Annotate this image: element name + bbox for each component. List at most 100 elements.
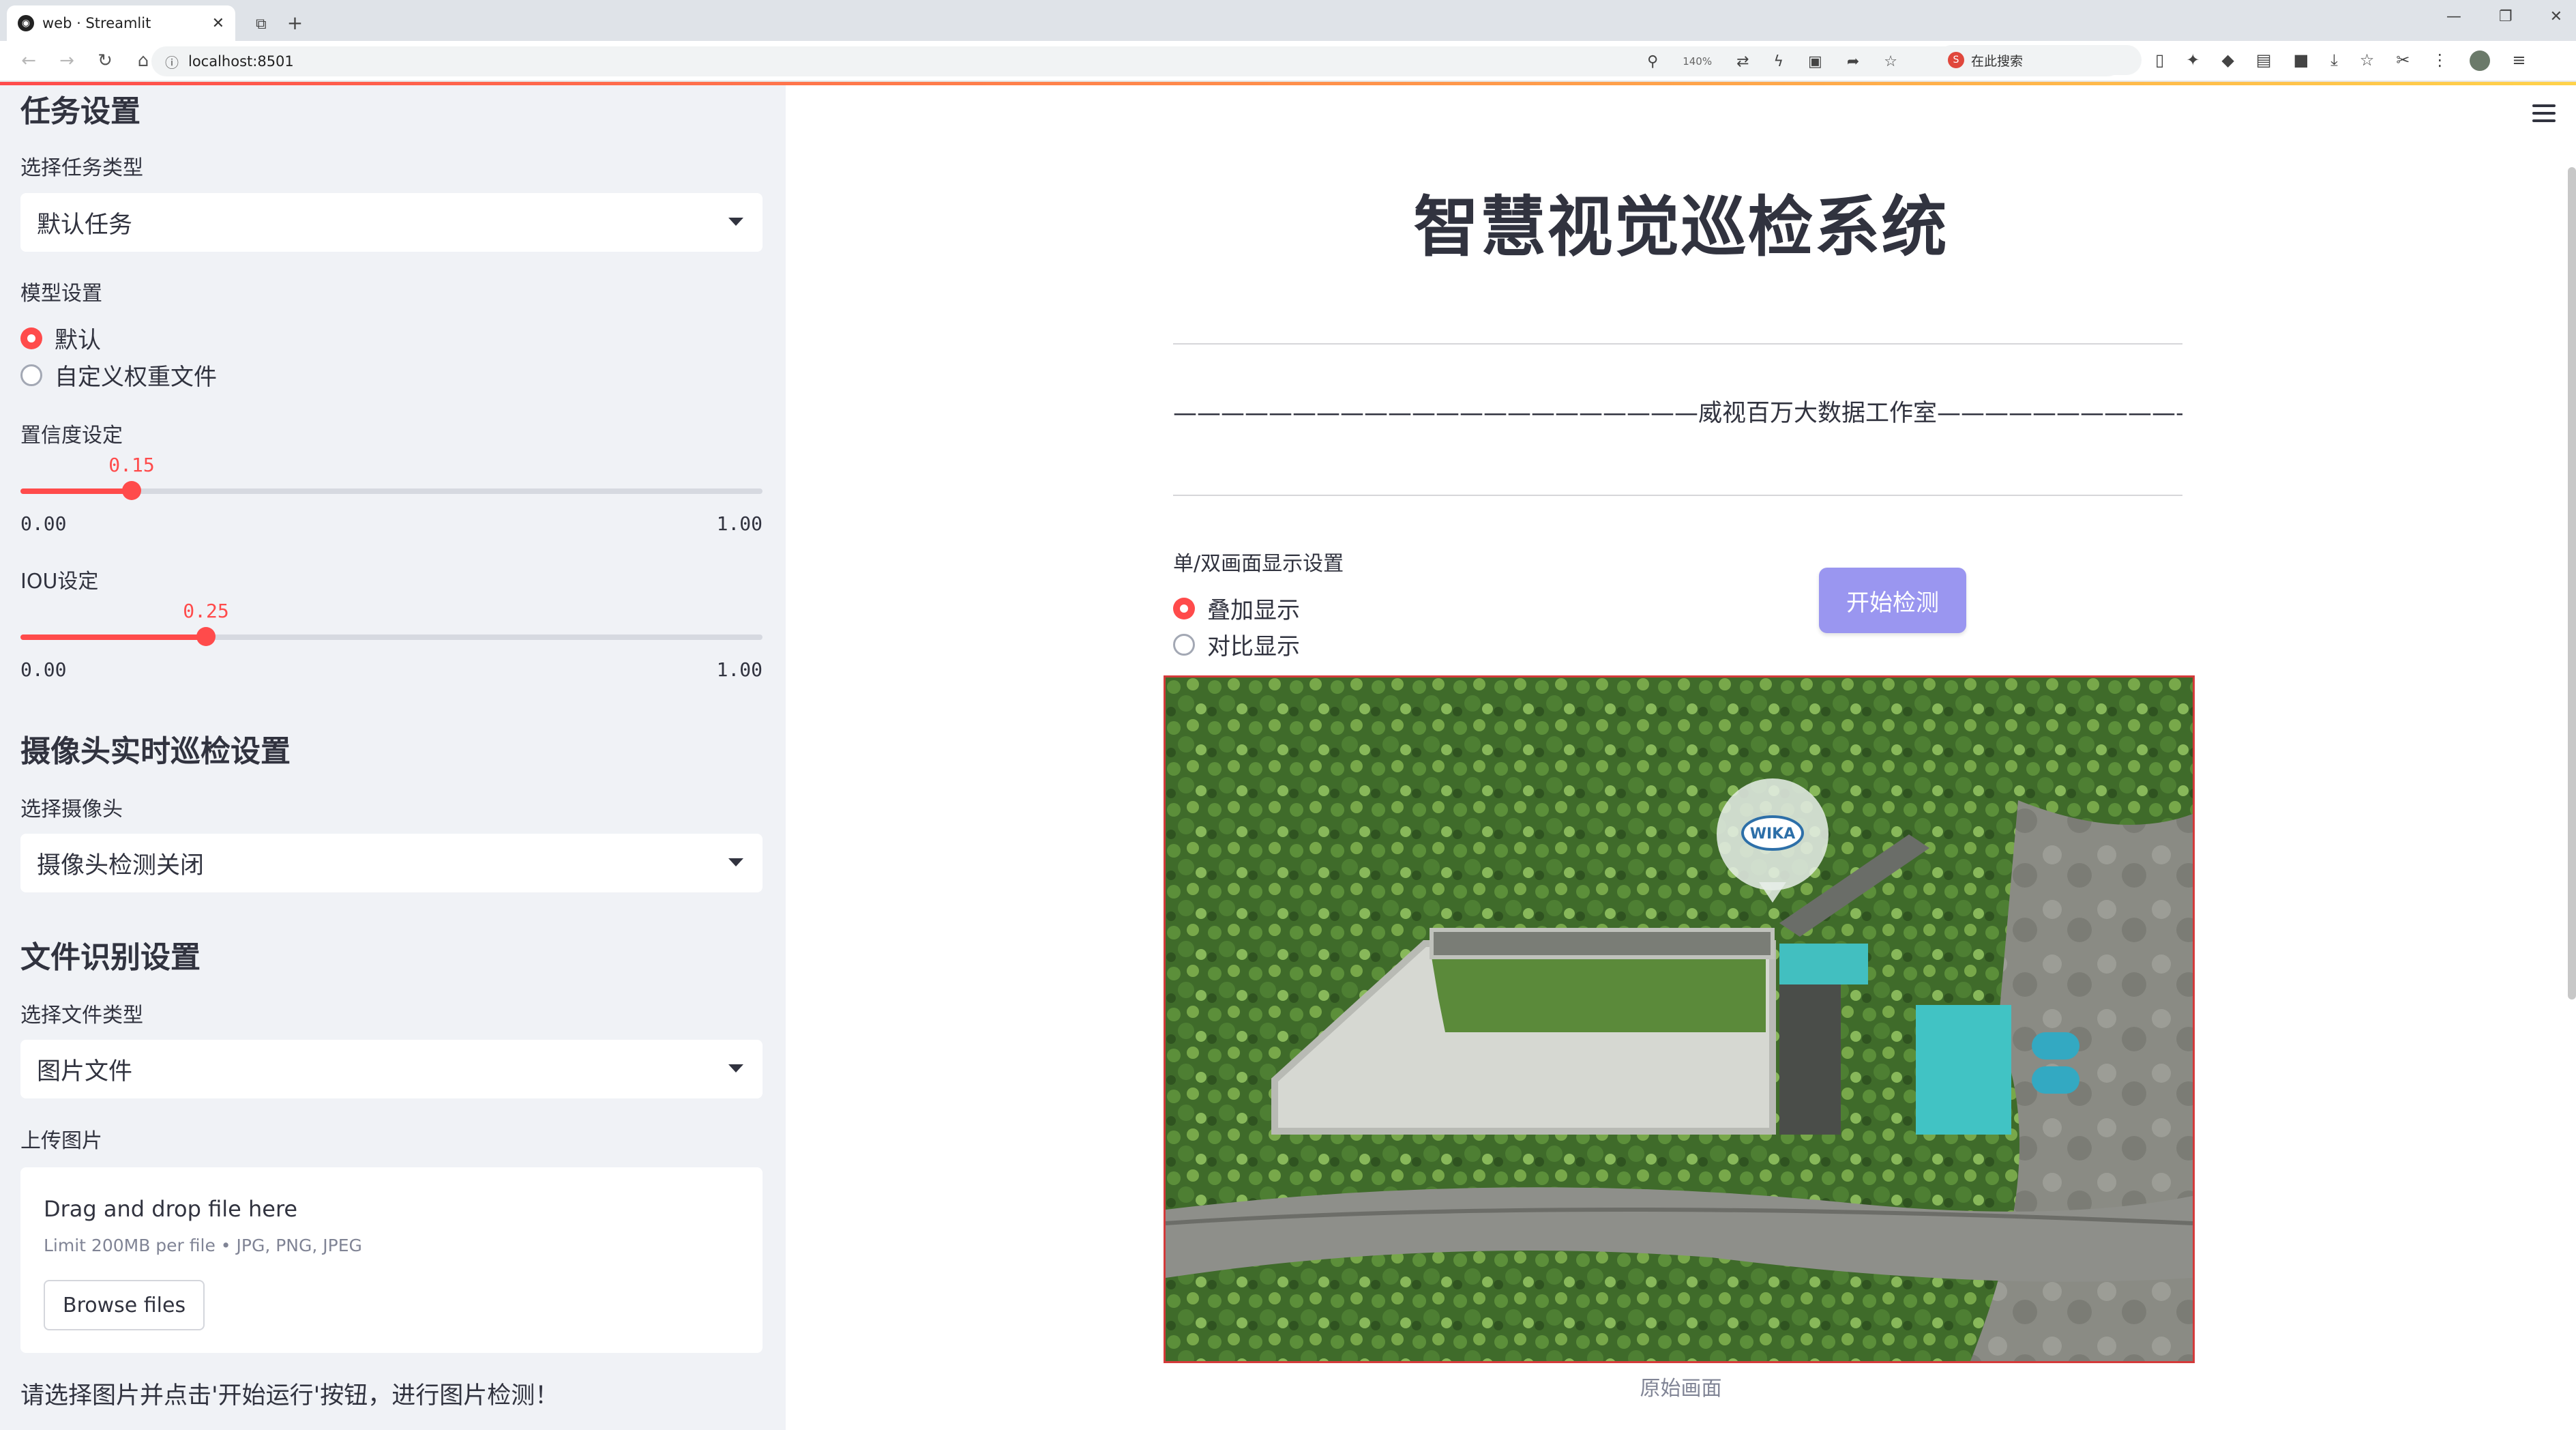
zoom-icon[interactable]: ⚲ bbox=[1647, 53, 1658, 70]
aerial-photo: WIKA bbox=[1166, 677, 2193, 1361]
back-icon[interactable]: ← bbox=[19, 50, 38, 71]
share-icon[interactable]: ➦ bbox=[1847, 53, 1859, 70]
confidence-value: 0.15 bbox=[108, 454, 155, 476]
photo-badge: WIKA bbox=[1750, 826, 1796, 843]
sidebar: 任务设置 选择任务类型 默认任务 模型设置 默认 自定义权重文件 置信度设定 0… bbox=[0, 85, 786, 1430]
iou-slider-thumb[interactable] bbox=[196, 627, 216, 646]
browse-files-button[interactable]: Browse files bbox=[44, 1280, 205, 1330]
confidence-range: 0.00 1.00 bbox=[20, 512, 763, 535]
radio-unselected-icon[interactable] bbox=[20, 364, 42, 386]
browser-tab[interactable]: ◉ web · Streamlit ✕ bbox=[7, 5, 235, 41]
iou-slider-fill bbox=[20, 634, 206, 640]
model-option-default[interactable]: 默认 bbox=[20, 321, 101, 355]
lightning-icon[interactable]: ϟ bbox=[1774, 53, 1784, 70]
tab-actions-icon[interactable]: ⧉ bbox=[256, 16, 267, 33]
new-tab-icon[interactable]: + bbox=[287, 12, 303, 34]
camera-label: 选择摄像头 bbox=[20, 798, 123, 821]
radio-unselected-icon[interactable] bbox=[1173, 633, 1195, 656]
file-type-value: 图片文件 bbox=[37, 1057, 133, 1085]
site-info-icon[interactable]: ⓘ bbox=[165, 52, 179, 72]
iou-label: IOU设定 bbox=[20, 570, 99, 594]
camera-section-title: 摄像头实时巡检设置 bbox=[20, 734, 291, 769]
camera-value: 摄像头检测关闭 bbox=[37, 851, 205, 879]
extension-toolbar: ▯ ✦ ◆ ▤ ■ ⤓ ☆ ✂ ⋮ ≡ bbox=[2155, 50, 2526, 71]
mobile-icon[interactable]: ▯ bbox=[2155, 50, 2164, 71]
tab-title: web · Streamlit bbox=[42, 15, 151, 31]
restore-icon[interactable]: ❐ bbox=[2499, 8, 2513, 25]
radio-selected-icon[interactable] bbox=[20, 327, 42, 349]
confidence-min: 0.00 bbox=[20, 512, 67, 535]
file-section-title: 文件识别设置 bbox=[20, 940, 201, 975]
extension-blue-icon[interactable]: ◆ bbox=[2221, 50, 2234, 71]
confidence-max: 1.00 bbox=[716, 512, 763, 535]
iou-slider[interactable] bbox=[20, 627, 763, 646]
display-option-overlay[interactable]: 叠加显示 bbox=[1173, 592, 1300, 625]
task-section-title: 任务设置 bbox=[20, 94, 140, 129]
favorites-icon[interactable]: ☆ bbox=[2360, 50, 2375, 71]
camera-select[interactable]: 摄像头检测关闭 bbox=[20, 834, 763, 892]
extension-color-icon[interactable]: ✦ bbox=[2186, 50, 2200, 71]
dropzone-limit: Limit 200MB per file • JPG, PNG, JPEG bbox=[44, 1236, 362, 1255]
display-option-compare[interactable]: 对比显示 bbox=[1173, 628, 1300, 661]
chevron-down-icon bbox=[728, 1064, 743, 1072]
search-engine-icon: S bbox=[1948, 52, 1964, 68]
browser-menu-icon[interactable]: ≡ bbox=[2512, 50, 2526, 71]
upload-instruction: 请选择图片并点击'开始运行'按钮，进行图片检测！ bbox=[20, 1382, 559, 1410]
browser-tab-bar: ◉ web · Streamlit ✕ ⧉ + — ❐ ✕ bbox=[0, 0, 2576, 41]
iou-min: 0.00 bbox=[20, 658, 67, 681]
address-bar-row: ← → ↻ ⌂ ⓘ localhost:8501 ⚲ 140% ⇄ ϟ ▣ ➦ … bbox=[0, 41, 2576, 82]
studio-banner: ——————————————————————威视百万大数据工作室————————… bbox=[1173, 400, 2182, 427]
model-option-custom[interactable]: 自定义权重文件 bbox=[20, 358, 217, 392]
menu-dots-icon[interactable]: ⋮ bbox=[2431, 50, 2448, 71]
model-option-label: 默认 bbox=[55, 327, 101, 354]
confidence-slider-fill bbox=[20, 488, 132, 494]
close-window-icon[interactable]: ✕ bbox=[2550, 8, 2562, 25]
original-image: WIKA bbox=[1164, 675, 2195, 1363]
confidence-label: 置信度设定 bbox=[20, 424, 123, 448]
home-icon[interactable]: ⌂ bbox=[134, 50, 153, 71]
model-label: 模型设置 bbox=[20, 282, 102, 306]
display-mode-label: 单/双画面显示设置 bbox=[1173, 552, 1344, 576]
url-field[interactable]: ⓘ localhost:8501 ⚲ 140% ⇄ ϟ ▣ ➦ ☆ bbox=[151, 46, 2122, 76]
bookmark-star-icon[interactable]: ☆ bbox=[1884, 53, 1897, 70]
chevron-down-icon bbox=[728, 858, 743, 866]
confidence-slider-thumb[interactable] bbox=[122, 481, 141, 500]
image-caption: 原始画面 bbox=[1640, 1377, 1722, 1401]
zoom-level: 140% bbox=[1683, 55, 1713, 68]
iou-value: 0.25 bbox=[183, 600, 229, 622]
download-icon[interactable]: ⤓ bbox=[2330, 50, 2338, 71]
iou-range: 0.00 1.00 bbox=[20, 658, 763, 681]
upload-label: 上传图片 bbox=[20, 1129, 102, 1153]
scrollbar[interactable] bbox=[2568, 167, 2576, 999]
display-option-label: 对比显示 bbox=[1207, 633, 1300, 660]
avatar[interactable] bbox=[2470, 50, 2491, 71]
hamburger-menu-icon[interactable] bbox=[2532, 104, 2556, 127]
extension-dark-icon[interactable]: ■ bbox=[2293, 50, 2309, 71]
screenshot-icon[interactable]: ▣ bbox=[1808, 53, 1822, 70]
task-type-label: 选择任务类型 bbox=[20, 156, 143, 180]
search-engine-field[interactable]: S 在此搜索 bbox=[1937, 45, 2142, 75]
url-text: localhost:8501 bbox=[188, 53, 294, 70]
extension-translate-icon[interactable]: ▤ bbox=[2256, 50, 2272, 71]
confidence-slider[interactable] bbox=[20, 481, 763, 500]
forward-icon[interactable]: → bbox=[57, 50, 76, 71]
radio-selected-icon[interactable] bbox=[1173, 597, 1195, 619]
cut-icon[interactable]: ✂ bbox=[2396, 50, 2410, 71]
tab-close-icon[interactable]: ✕ bbox=[212, 15, 224, 32]
task-type-select[interactable]: 默认任务 bbox=[20, 193, 763, 252]
start-detection-button[interactable]: 开始检测 bbox=[1819, 568, 1966, 633]
translate-icon[interactable]: ⇄ bbox=[1736, 53, 1749, 70]
file-type-label: 选择文件类型 bbox=[20, 1004, 143, 1027]
iou-max: 1.00 bbox=[716, 658, 763, 681]
dropzone-title: Drag and drop file here bbox=[44, 1196, 298, 1222]
page-title: 智慧视觉巡检系统 bbox=[1413, 189, 1949, 265]
file-dropzone[interactable]: Drag and drop file here Limit 200MB per … bbox=[20, 1167, 763, 1353]
reload-icon[interactable]: ↻ bbox=[95, 50, 115, 71]
divider-top bbox=[1173, 343, 2182, 345]
minimize-icon[interactable]: — bbox=[2446, 8, 2461, 25]
task-type-value: 默认任务 bbox=[37, 211, 133, 239]
file-type-select[interactable]: 图片文件 bbox=[20, 1040, 763, 1098]
search-placeholder: 在此搜索 bbox=[1971, 53, 2024, 69]
model-option-label: 自定义权重文件 bbox=[55, 364, 217, 391]
divider-bottom bbox=[1173, 495, 2182, 496]
